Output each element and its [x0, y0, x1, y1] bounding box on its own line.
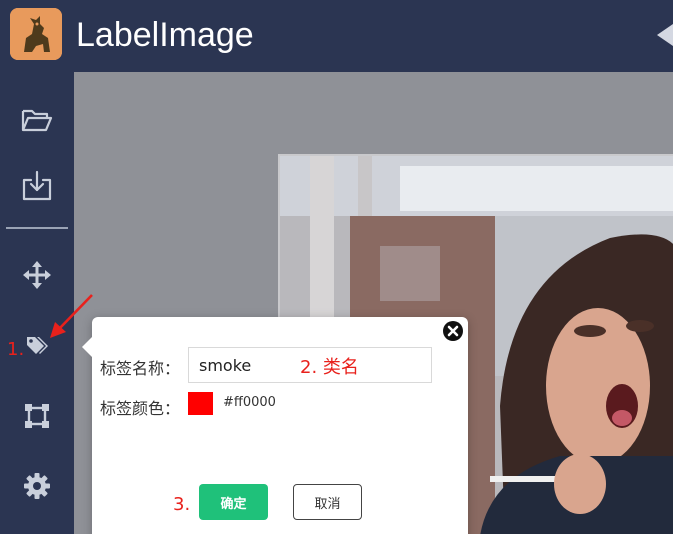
- label-name-caption: 标签名称：: [100, 359, 181, 378]
- gear-icon: [23, 472, 51, 504]
- step-1-annotation: 1.: [7, 339, 25, 360]
- confirm-button[interactable]: 确定: [199, 484, 268, 520]
- dialog-caret: [82, 337, 92, 357]
- close-icon: [443, 321, 463, 341]
- collapse-arrow-icon[interactable]: [657, 24, 673, 46]
- label-dialog: 标签名称： 标签颜色： #ff0000 确定 取消: [82, 317, 468, 534]
- close-button[interactable]: [442, 320, 464, 342]
- color-hex-text: #ff0000: [223, 395, 276, 410]
- download-tray-icon: [21, 170, 53, 206]
- cancel-button[interactable]: 取消: [293, 484, 362, 520]
- dog-logo-icon: [10, 8, 62, 60]
- step-2-annotation: 2. 类名: [300, 357, 359, 378]
- settings-button[interactable]: [0, 460, 74, 516]
- annotation-arrow-icon: [50, 294, 93, 338]
- rectangle-button[interactable]: [0, 390, 74, 446]
- open-folder-button[interactable]: [0, 94, 74, 150]
- step-3-annotation: 3.: [173, 494, 191, 515]
- export-button[interactable]: [0, 160, 74, 216]
- folder-open-icon: [21, 107, 53, 137]
- rectangle-select-icon: [24, 403, 50, 433]
- move-arrows-icon: [23, 261, 51, 293]
- app-title: LabelImage: [76, 16, 254, 54]
- color-swatch[interactable]: [188, 392, 213, 415]
- sidebar-divider: [6, 227, 68, 229]
- app-header: LabelImage: [0, 0, 673, 72]
- label-color-caption: 标签颜色：: [100, 399, 181, 418]
